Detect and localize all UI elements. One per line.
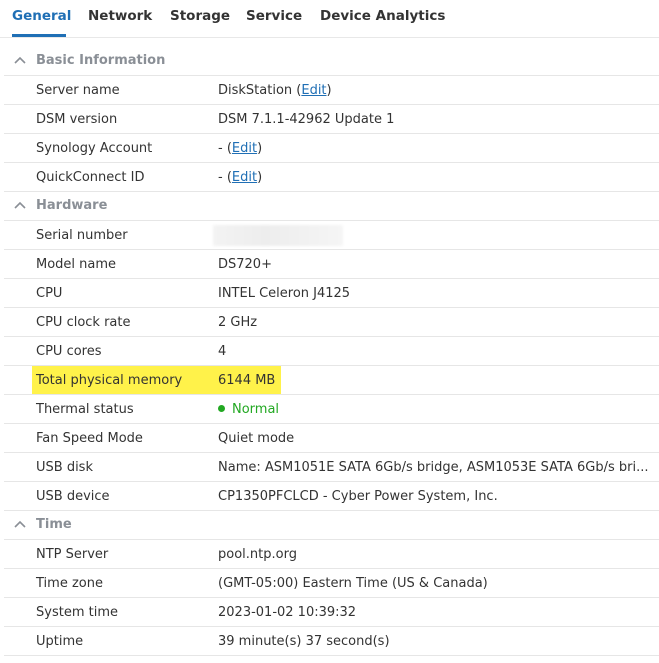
row-server-name: Server name DiskStation (Edit) [4, 76, 659, 105]
row-system-time: System time 2023-01-02 10:39:32 [4, 598, 659, 627]
tab-device-analytics[interactable]: Device Analytics [320, 8, 445, 24]
quickconnect-id-value: - [218, 170, 223, 185]
row-label: DSM version [36, 112, 118, 127]
row-thermal-status: Thermal status Normal [4, 395, 659, 424]
row-cpu-cores: CPU cores 4 [4, 337, 659, 366]
row-value: 2023-01-02 10:39:32 [218, 605, 357, 620]
row-model-name: Model name DS720+ [4, 250, 659, 279]
tab-service[interactable]: Service [246, 8, 302, 24]
row-quickconnect-id: QuickConnect ID - (Edit) [4, 163, 659, 192]
row-label: CPU cores [36, 344, 102, 359]
section-time[interactable]: Time [4, 511, 659, 540]
row-label: Time zone [36, 576, 103, 591]
section-title: Basic Information [36, 53, 166, 68]
row-label: Server name [36, 83, 120, 98]
row-value: Name: ASM1051E SATA 6Gb/s bridge, ASM105… [218, 460, 649, 475]
row-label: NTP Server [36, 547, 109, 562]
tab-bar: General Network Storage Service Device A… [0, 0, 659, 37]
edit-synology-account-link[interactable]: Edit [232, 141, 257, 156]
tab-network[interactable]: Network [88, 8, 152, 24]
row-label: Model name [36, 257, 117, 272]
row-cpu: CPU INTEL Celeron J4125 [4, 279, 659, 308]
row-label: System time [36, 605, 118, 620]
row-cpu-clock-rate: CPU clock rate 2 GHz [4, 308, 659, 337]
row-value: 2 GHz [218, 315, 258, 330]
row-label: QuickConnect ID [36, 170, 145, 185]
row-time-zone: Time zone (GMT-05:00) Eastern Time (US &… [4, 569, 659, 598]
redacted-serial-value [213, 225, 343, 246]
row-label: USB disk [36, 460, 93, 475]
row-dsm-version: DSM version DSM 7.1.1-42962 Update 1 [4, 105, 659, 134]
tab-general[interactable]: General [12, 8, 71, 24]
server-name-value: DiskStation [218, 83, 293, 98]
section-title: Time [36, 517, 72, 532]
thermal-status-text: Normal [232, 402, 280, 417]
row-uptime: Uptime 39 minute(s) 37 second(s) [4, 627, 659, 656]
row-label: CPU clock rate [36, 315, 131, 330]
row-value: (GMT-05:00) Eastern Time (US & Canada) [218, 576, 488, 591]
row-value: 4 [218, 344, 227, 359]
row-usb-device: USB device CP1350PFCLCD - Cyber Power Sy… [4, 482, 659, 511]
row-value: DSM 7.1.1-42962 Update 1 [218, 112, 395, 127]
synology-account-value: - [218, 141, 223, 156]
row-value: DiskStation (Edit) [218, 83, 332, 98]
section-title: Hardware [36, 198, 108, 213]
tab-storage[interactable]: Storage [170, 8, 230, 24]
chevron-up-icon[interactable] [13, 517, 27, 531]
edit-server-name-link[interactable]: Edit [301, 83, 326, 98]
row-value: - (Edit) [218, 141, 263, 156]
chevron-up-icon[interactable] [13, 198, 27, 212]
row-label: Synology Account [36, 141, 153, 156]
row-label: Serial number [36, 228, 128, 243]
row-value: INTEL Celeron J4125 [218, 286, 351, 301]
section-hardware[interactable]: Hardware [4, 192, 659, 221]
row-value: DS720+ [218, 257, 272, 272]
row-label: Total physical memory [36, 373, 183, 388]
row-ntp-server: NTP Server pool.ntp.org [4, 540, 659, 569]
row-value: pool.ntp.org [218, 547, 297, 562]
row-label: Uptime [36, 634, 84, 649]
row-value: 6144 MB [218, 373, 276, 388]
row-synology-account: Synology Account - (Edit) [4, 134, 659, 163]
row-value: CP1350PFCLCD - Cyber Power System, Inc. [218, 489, 498, 504]
row-value: - (Edit) [218, 170, 263, 185]
row-value: Normal [218, 402, 279, 417]
row-serial-number: Serial number [4, 221, 659, 250]
chevron-up-icon[interactable] [13, 53, 27, 67]
tab-divider [0, 37, 659, 38]
row-label: Thermal status [36, 402, 134, 417]
row-label: CPU [36, 286, 63, 301]
status-dot-icon [218, 405, 225, 412]
row-value: Quiet mode [218, 431, 295, 446]
row-total-physical-memory: Total physical memory 6144 MB [4, 366, 659, 395]
row-fan-speed-mode: Fan Speed Mode Quiet mode [4, 424, 659, 453]
row-label: USB device [36, 489, 110, 504]
edit-quickconnect-id-link[interactable]: Edit [232, 170, 257, 185]
row-label: Fan Speed Mode [36, 431, 143, 446]
section-basic-information[interactable]: Basic Information [4, 47, 659, 76]
row-usb-disk: USB disk Name: ASM1051E SATA 6Gb/s bridg… [4, 453, 659, 482]
row-value: 39 minute(s) 37 second(s) [218, 634, 390, 649]
